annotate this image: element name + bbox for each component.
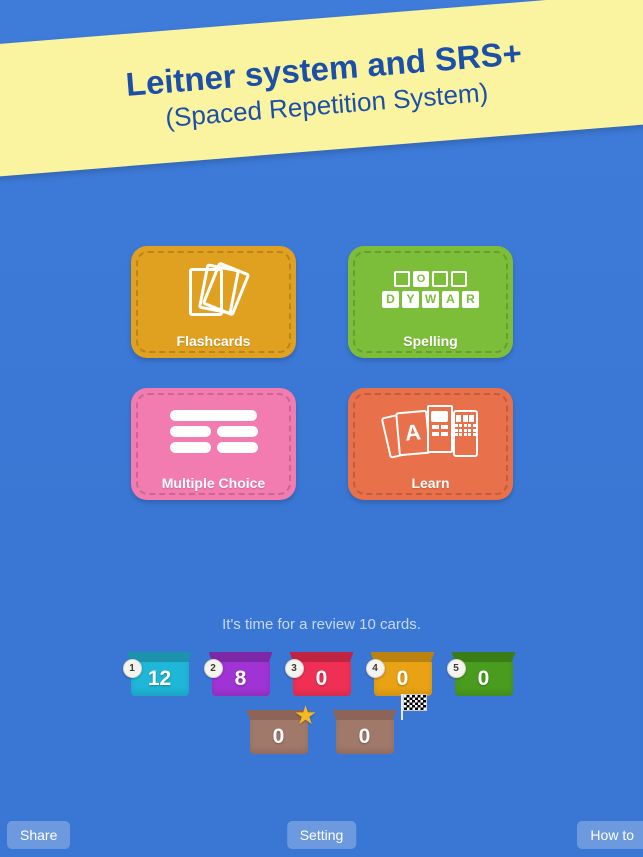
box-number-badge: 2 (203, 659, 223, 678)
flashcards-stack-icon (131, 258, 296, 320)
spelling-tile: R (462, 290, 479, 308)
review-status-text: It's time for a review 10 cards. (222, 616, 421, 633)
app-root: Leitner system and SRS+ (Spaced Repetiti… (0, 0, 643, 857)
mode-label-multiple-choice: Multiple Choice (161, 475, 266, 491)
spelling-tiles-icon: O D Y W A R (348, 258, 513, 320)
bottom-toolbar: Share Setting How to (0, 812, 643, 857)
finished-box[interactable]: 0 (332, 694, 427, 754)
how-to-button[interactable]: How to (577, 821, 643, 849)
mastered-box[interactable]: ★ 0 (246, 702, 317, 754)
leitner-box-row: 1 12 2 8 3 0 4 0 5 0 (0, 652, 643, 696)
box-number-badge: 1 (122, 659, 142, 678)
leitner-box-3[interactable]: 3 0 (284, 652, 354, 696)
spelling-slot: O (413, 270, 429, 287)
study-mode-grid: Flashcards O D Y W A R Spelling Multiple… (131, 246, 513, 500)
spelling-tile: Y (402, 290, 419, 308)
mode-card-spelling[interactable]: O D Y W A R Spelling (348, 246, 513, 358)
spelling-slot (451, 270, 467, 287)
setting-button[interactable]: Setting (286, 821, 357, 849)
box-number-badge: 4 (365, 659, 385, 678)
learn-cards-keypad-icon: A (348, 400, 513, 462)
spelling-tile: W (422, 290, 439, 308)
box-number-badge: 3 (284, 659, 304, 678)
header-banner: Leitner system and SRS+ (Spaced Repetiti… (0, 0, 643, 180)
share-button[interactable]: Share (7, 821, 71, 849)
mode-label-spelling: Spelling (403, 333, 458, 349)
box-count: 0 (335, 720, 394, 754)
star-icon: ★ (293, 700, 318, 730)
multiple-choice-bars-icon (131, 400, 296, 462)
leitner-box-5[interactable]: 5 0 (446, 652, 516, 696)
box-number-badge: 5 (446, 659, 466, 678)
leitner-box-2[interactable]: 2 8 (203, 652, 273, 696)
learn-card-letter: A (394, 409, 431, 457)
special-box-row: ★ 0 0 (0, 694, 643, 754)
leitner-box-4[interactable]: 4 0 (365, 652, 435, 696)
spelling-slot (432, 270, 448, 287)
mode-card-flashcards[interactable]: Flashcards (131, 246, 296, 358)
mode-card-learn[interactable]: A Learn (348, 388, 513, 500)
spelling-slot (394, 270, 410, 287)
leitner-box-1[interactable]: 1 12 (122, 652, 192, 696)
mode-label-learn: Learn (411, 475, 450, 491)
spelling-tile: D (382, 290, 399, 308)
mode-label-flashcards: Flashcards (176, 333, 251, 349)
mode-card-multiple-choice[interactable]: Multiple Choice (131, 388, 296, 500)
spelling-tile: A (442, 290, 459, 308)
